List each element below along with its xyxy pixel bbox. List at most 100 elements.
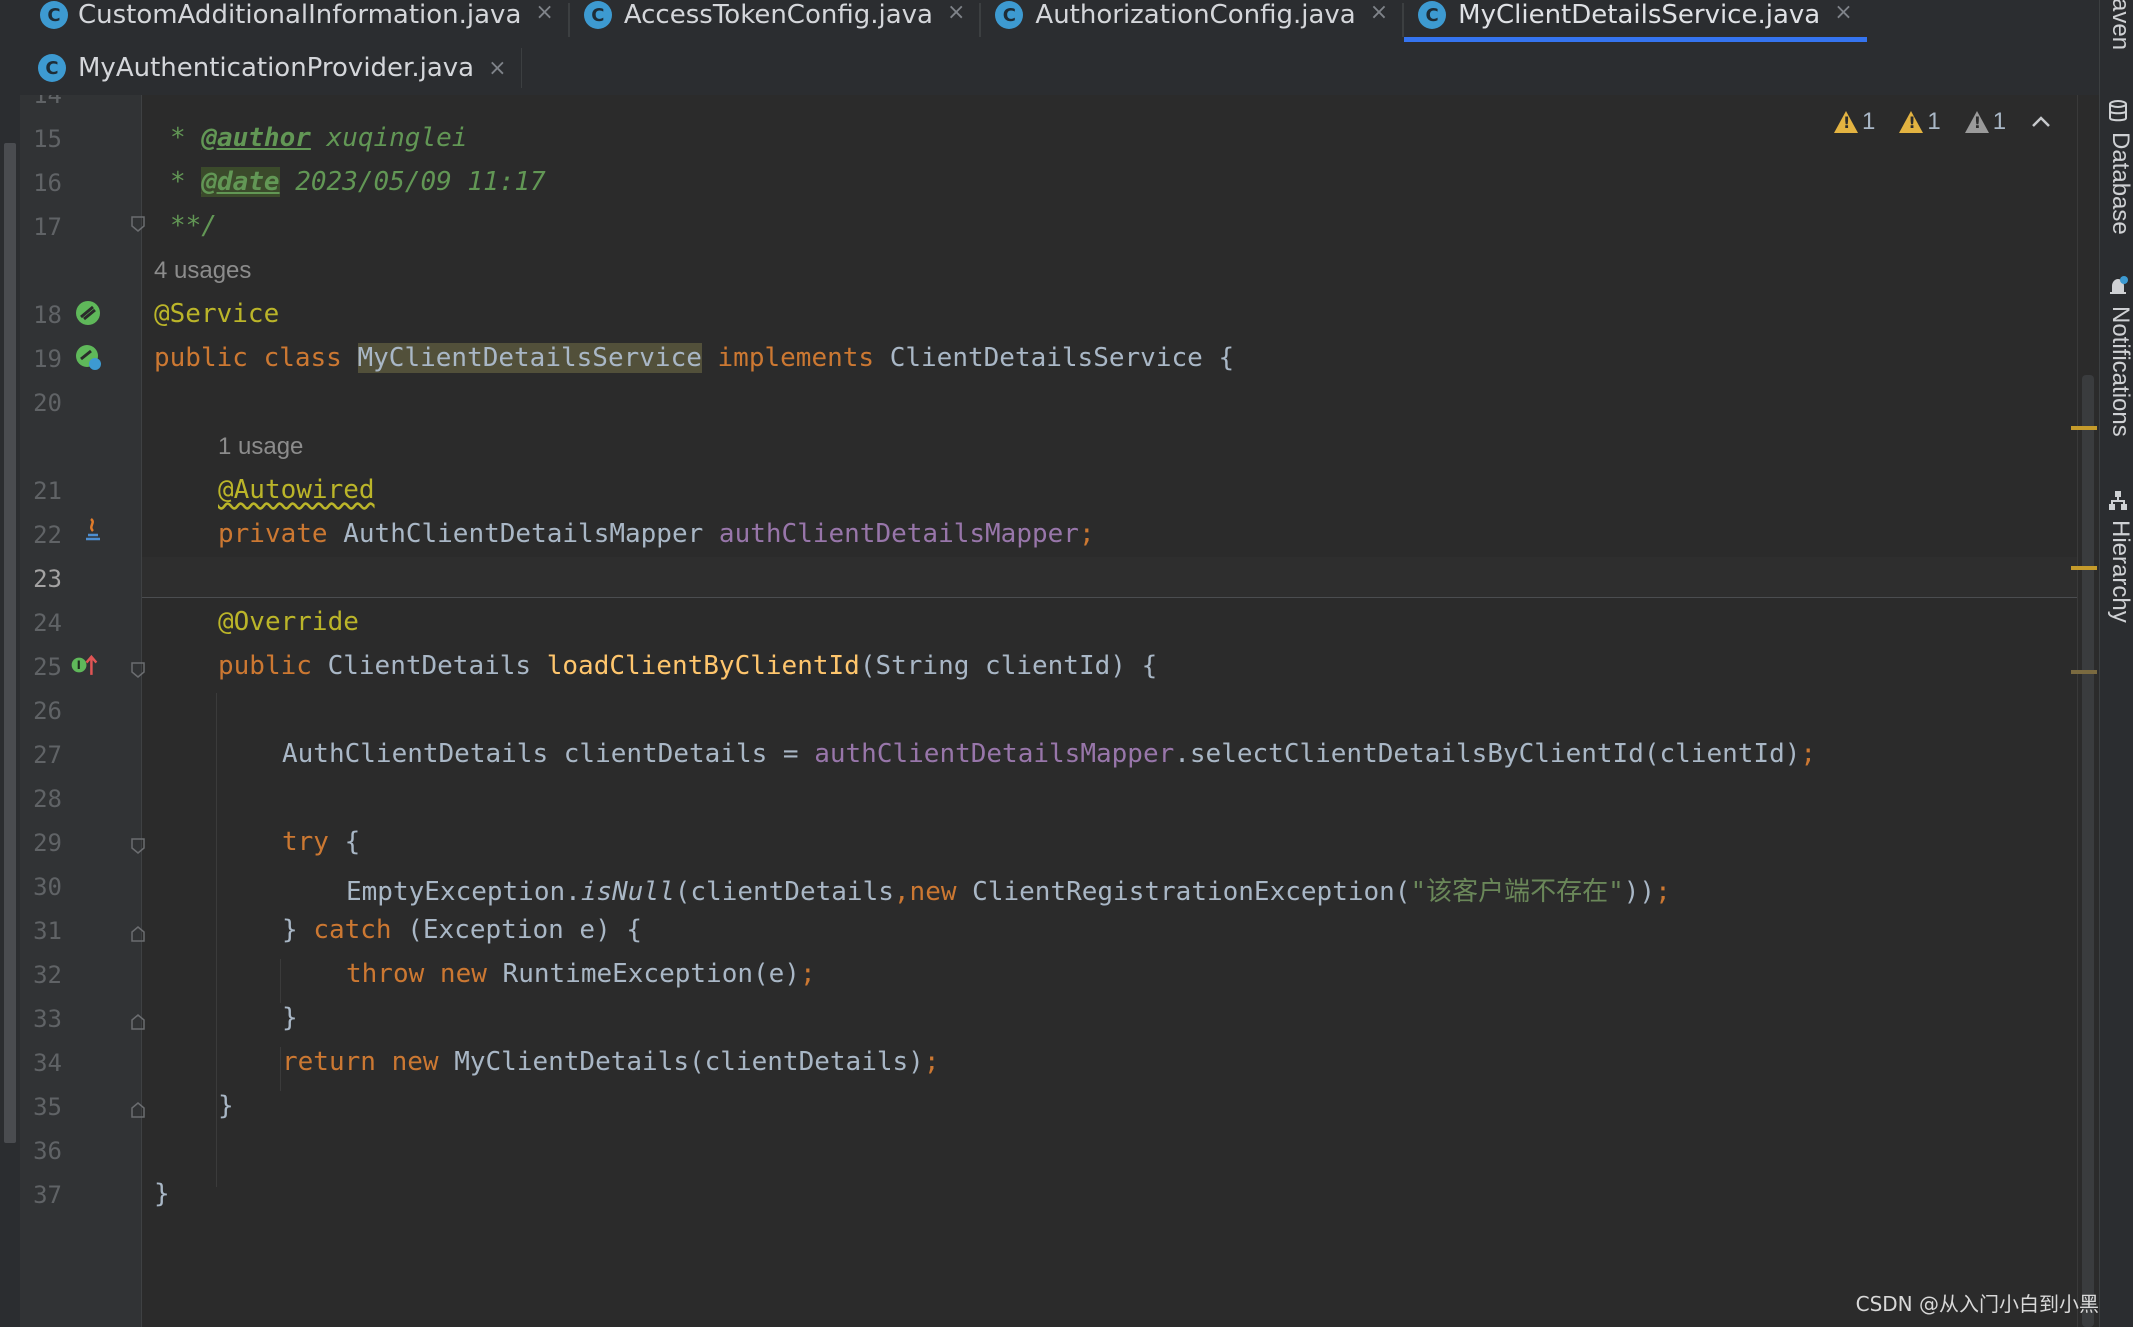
line-number: 37	[33, 1181, 62, 1209]
indent-guide	[280, 959, 281, 1003]
tab-my-authentication-provider[interactable]: C MyAuthenticationProvider.java ×	[0, 48, 522, 88]
usages-hint[interactable]: 1 usage	[218, 433, 303, 461]
database-icon	[2109, 100, 2127, 122]
java-class-icon: C	[38, 54, 66, 82]
maven-tool-button[interactable]: Maven	[2106, 0, 2133, 50]
java-class-icon: C	[995, 1, 1024, 29]
warning-icon	[1834, 111, 1858, 133]
caret-row-highlight	[142, 557, 2078, 598]
tab-label: AccessTokenConfig.java	[623, 0, 933, 30]
hierarchy-tool-button[interactable]: Hierarchy	[2106, 520, 2133, 623]
close-tab-icon[interactable]: ×	[1834, 0, 1852, 25]
fold-marker-icon[interactable]	[131, 926, 145, 942]
code-line: } catch (Exception e) {	[282, 915, 643, 945]
line-number: 18	[33, 301, 62, 329]
line-number: 35	[33, 1093, 62, 1121]
code-line: }	[154, 1179, 170, 1209]
editor-scrollbar[interactable]	[2077, 95, 2100, 1327]
watermark-text: CSDN @从入门小白到小黑	[1855, 1292, 2099, 1316]
line-number: 28	[33, 785, 62, 813]
close-tab-icon[interactable]: ×	[947, 0, 965, 25]
line-number: 22	[33, 521, 62, 549]
left-tool-strip	[0, 95, 20, 1327]
line-number: 14	[33, 95, 62, 109]
warning-count[interactable]: 1	[1899, 108, 1941, 136]
line-number: 15	[33, 125, 62, 153]
warning-stripe-marker[interactable]	[2071, 426, 2097, 430]
line-number-current: 23	[33, 565, 62, 593]
code-line: AuthClientDetails clientDetails = authCl…	[282, 739, 1817, 769]
code-line: throw new RuntimeException(e);	[346, 959, 816, 989]
override-method-icon[interactable]: I	[70, 651, 98, 679]
code-line: **/	[170, 211, 217, 241]
tab-label: CustomAdditionalInformation.java	[78, 0, 522, 30]
database-tool-button[interactable]: Database	[2106, 132, 2133, 235]
tab-authorization-config[interactable]: C AuthorizationConfig.java ×	[981, 0, 1402, 40]
svg-text:I: I	[77, 658, 81, 672]
code-line: public ClientDetails loadClientByClientI…	[218, 651, 1158, 681]
code-line: * @date 2023/05/09 11:17	[170, 167, 546, 197]
tab-access-token-config[interactable]: C AccessTokenConfig.java ×	[570, 0, 980, 40]
code-line: private AuthClientDetailsMapper authClie…	[218, 519, 1095, 549]
java-class-icon: C	[40, 1, 68, 29]
code-line: *	[170, 95, 186, 109]
line-number: 20	[33, 389, 62, 417]
usages-hint[interactable]: 4 usages	[154, 257, 251, 285]
warning-count[interactable]: 1	[1834, 108, 1875, 136]
code-line: EmptyException.isNull(clientDetails,new …	[346, 877, 1671, 907]
spring-bean-navigate-icon[interactable]	[74, 343, 102, 371]
indent-guide	[216, 693, 217, 1187]
notifications-tool-button[interactable]: Notifications	[2106, 306, 2133, 437]
fold-marker-icon[interactable]	[131, 662, 145, 678]
notifications-bell-icon	[2110, 276, 2128, 294]
line-number: 30	[33, 873, 62, 901]
line-number: 16	[33, 169, 62, 197]
indent-guide	[280, 1047, 281, 1091]
code-line: * @author xuqinglei	[170, 123, 468, 153]
code-line: @Service	[154, 299, 280, 329]
close-tab-icon[interactable]: ×	[535, 0, 553, 25]
fold-marker-icon[interactable]	[131, 1014, 145, 1030]
fold-marker-icon[interactable]	[131, 838, 145, 854]
line-number: 34	[33, 1049, 62, 1077]
line-number: 27	[33, 741, 62, 769]
code-line: @Autowired	[218, 475, 375, 505]
code-line: }	[218, 1091, 234, 1121]
code-editor[interactable]: 14 15 16 17 18 19 20 21 22 23 24 25 26 2…	[0, 95, 2099, 1327]
weak-warning-stripe-marker[interactable]	[2071, 670, 2097, 674]
spring-bean-icon[interactable]	[74, 299, 102, 327]
code-line: public class MyClientDetailsService impl…	[154, 343, 1235, 373]
gutter-divider	[141, 95, 142, 1327]
line-number: 24	[33, 609, 62, 637]
autowired-bean-icon[interactable]	[78, 515, 106, 543]
line-number: 19	[33, 345, 62, 373]
previous-highlight-icon[interactable]	[2030, 114, 2052, 130]
tab-custom-additional-information[interactable]: C CustomAdditionalInformation.java ×	[0, 0, 568, 40]
tab-label: MyClientDetailsService.java	[1458, 0, 1821, 30]
fold-marker-icon[interactable]	[131, 216, 145, 232]
line-number: 26	[33, 697, 62, 725]
line-number: 17	[33, 213, 62, 241]
line-number: 33	[33, 1005, 62, 1033]
tab-row-2: C MyAuthenticationProvider.java ×	[0, 48, 522, 88]
line-number: 29	[33, 829, 62, 857]
tab-label: AuthorizationConfig.java	[1035, 0, 1356, 30]
code-line: @Override	[218, 607, 359, 637]
line-number: 31	[33, 917, 62, 945]
java-class-icon: C	[583, 1, 612, 29]
line-number: 32	[33, 961, 62, 989]
weak-warning-count[interactable]: 1	[1964, 108, 2006, 136]
tab-row-1: C CustomAdditionalInformation.java × C A…	[0, 0, 1867, 42]
fold-marker-icon[interactable]	[131, 1102, 145, 1118]
warning-icon	[1899, 111, 1924, 133]
scrollbar-thumb[interactable]	[2082, 375, 2094, 1327]
line-number: 25	[33, 653, 62, 681]
inspection-widget[interactable]: 1 1 1	[1834, 108, 2100, 136]
tab-my-client-details-service[interactable]: C MyClientDetailsService.java ×	[1404, 0, 1867, 42]
line-number: 36	[33, 1137, 62, 1165]
close-tab-icon[interactable]: ×	[1370, 0, 1388, 25]
left-scroll-thumb[interactable]	[4, 143, 16, 1143]
close-tab-icon[interactable]: ×	[488, 56, 506, 81]
java-class-icon: C	[1418, 1, 1447, 29]
warning-stripe-marker[interactable]	[2071, 566, 2097, 570]
